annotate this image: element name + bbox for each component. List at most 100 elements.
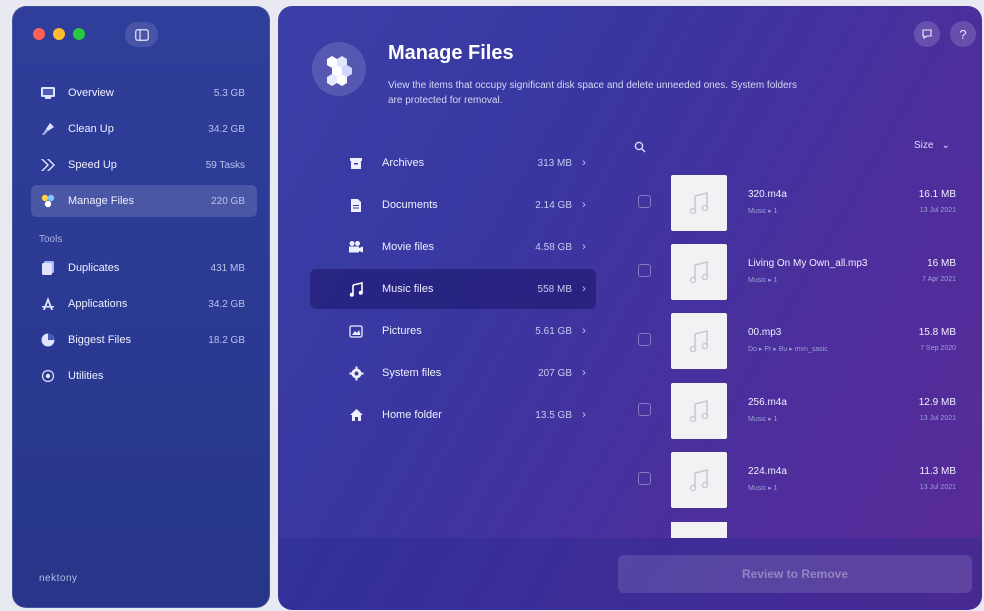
- file-date: 13 Jul 2021: [919, 484, 956, 491]
- category-label: Documents: [382, 199, 438, 211]
- file-checkbox[interactable]: [638, 403, 651, 416]
- partial-file-thumbnail: [671, 522, 727, 538]
- music-icon: [346, 281, 366, 297]
- search-button[interactable]: [634, 140, 646, 158]
- file-date: 7 Apr 2021: [922, 276, 956, 283]
- brand-logo: nektony: [39, 573, 78, 584]
- file-name: 00.mp3: [748, 327, 782, 338]
- chevron-right-icon: ›: [582, 241, 586, 253]
- sidebar-item-speed-up[interactable]: Speed Up 59 Tasks: [31, 149, 257, 181]
- file-name: 256.m4a: [748, 397, 787, 408]
- file-path: Music ▸ 1: [748, 416, 778, 423]
- sidebar-item-value: 34.2 GB: [208, 123, 245, 135]
- sidebar-item-applications[interactable]: Applications 34.2 GB: [31, 288, 257, 320]
- file-size: 16.1 MB: [918, 189, 956, 200]
- category-system-files[interactable]: System files 207 GB ›: [310, 353, 596, 393]
- category-size: 313 MB: [537, 157, 572, 169]
- file-size: 12.9 MB: [918, 397, 956, 408]
- category-music-files[interactable]: Music files 558 MB ›: [310, 269, 596, 309]
- file-checkbox[interactable]: [638, 333, 651, 346]
- search-icon: [634, 141, 646, 153]
- main-panel: ? Manage Files View the items that occup…: [278, 6, 982, 610]
- music-file-thumbnail: [671, 175, 727, 231]
- category-archives[interactable]: Archives 313 MB ›: [310, 143, 596, 183]
- review-to-remove-button[interactable]: Review to Remove: [618, 555, 972, 593]
- file-name: 320.m4a: [748, 189, 787, 200]
- category-pictures[interactable]: Pictures 5.61 GB ›: [310, 311, 596, 351]
- music-file-thumbnail: [671, 313, 727, 369]
- file-checkbox[interactable]: [638, 195, 651, 208]
- category-movie-files[interactable]: Movie files 4.58 GB ›: [310, 227, 596, 267]
- category-label: Archives: [382, 157, 425, 169]
- overview-icon: [39, 84, 57, 102]
- sidebar-item-manage-files[interactable]: Manage Files 220 GB: [31, 185, 257, 217]
- home-icon: [346, 408, 366, 422]
- music-note-icon: [689, 330, 709, 352]
- applications-icon: [39, 295, 57, 313]
- chevron-right-icon: ›: [582, 409, 586, 421]
- sidebar-item-clean-up[interactable]: Clean Up 34.2 GB: [31, 113, 257, 145]
- close-window-button[interactable]: [33, 28, 45, 40]
- chevron-right-icon: ›: [582, 283, 586, 295]
- duplicates-icon: [39, 259, 57, 277]
- broom-icon: [39, 120, 57, 138]
- tools-section-label: Tools: [39, 234, 63, 245]
- sidebar-item-value: 220 GB: [211, 195, 245, 207]
- category-size: 13.5 GB: [535, 409, 572, 421]
- music-note-icon: [689, 469, 709, 491]
- music-note-icon: [689, 261, 709, 283]
- feedback-button[interactable]: [914, 21, 940, 47]
- zoom-window-button[interactable]: [73, 28, 85, 40]
- file-checkbox[interactable]: [638, 472, 651, 485]
- sidebar-item-value: 34.2 GB: [208, 298, 245, 310]
- chevron-right-icon: ›: [582, 325, 586, 337]
- file-date: 13 Jul 2021: [919, 207, 956, 214]
- file-size: 16 MB: [927, 258, 956, 269]
- file-checkbox[interactable]: [638, 264, 651, 277]
- app-window: Overview 5.3 GB Clean Up 34.2 GB Speed U…: [12, 6, 982, 610]
- category-home-folder[interactable]: Home folder 13.5 GB ›: [310, 395, 596, 435]
- sidebar-item-value: 18.2 GB: [208, 334, 245, 346]
- sidebar-item-label: Clean Up: [68, 123, 114, 135]
- file-date: 13 Jul 2021: [919, 415, 956, 422]
- sidebar-item-biggest-files[interactable]: Biggest Files 18.2 GB: [31, 324, 257, 356]
- chevron-down-icon: ⌄: [941, 140, 950, 151]
- sidebar-icon: [134, 28, 149, 41]
- manage-files-hero-icon: [312, 42, 366, 96]
- sidebar-item-label: Overview: [68, 87, 114, 99]
- file-name: Living On My Own_all.mp3: [748, 258, 868, 269]
- window-controls: [33, 28, 85, 40]
- sort-dropdown[interactable]: Size ⌄: [914, 140, 950, 151]
- page-description: View the items that occupy significant d…: [388, 80, 797, 106]
- manage-files-icon: [39, 192, 57, 210]
- sidebar-item-label: Manage Files: [68, 195, 135, 207]
- file-row[interactable]: 00.mp3 Do ▸ Pr ▸ Bu ▸ mvn_sasic 15.8 MB …: [634, 313, 970, 369]
- category-label: Music files: [382, 283, 434, 295]
- help-button[interactable]: ?: [950, 21, 976, 47]
- file-row[interactable]: 224.m4a Music ▸ 1 11.3 MB 13 Jul 2021: [634, 452, 970, 508]
- file-row[interactable]: 256.m4a Music ▸ 1 12.9 MB 13 Jul 2021: [634, 383, 970, 439]
- picture-icon: [346, 324, 366, 338]
- sidebar-item-label: Applications: [68, 298, 128, 310]
- file-path: Music ▸ 1: [748, 485, 778, 492]
- file-row[interactable]: Living On My Own_all.mp3 Music ▸ 1 16 MB…: [634, 244, 970, 300]
- category-size: 5.61 GB: [535, 325, 572, 337]
- category-label: Home folder: [382, 409, 442, 421]
- minimize-window-button[interactable]: [53, 28, 65, 40]
- category-label: Pictures: [382, 325, 422, 337]
- music-file-thumbnail: [671, 244, 727, 300]
- category-documents[interactable]: Documents 2.14 GB ›: [310, 185, 596, 225]
- category-size: 2.14 GB: [535, 199, 572, 211]
- sidebar-item-duplicates[interactable]: Duplicates 431 MB: [31, 252, 257, 284]
- music-note-icon: [689, 400, 709, 422]
- chevron-right-icon: ›: [582, 199, 586, 211]
- movie-icon: [346, 240, 366, 254]
- category-size: 207 GB: [538, 367, 572, 379]
- sidebar-item-overview[interactable]: Overview 5.3 GB: [31, 77, 257, 109]
- sidebar-item-utilities[interactable]: Utilities: [31, 360, 257, 392]
- sidebar-item-label: Speed Up: [68, 159, 117, 171]
- chevron-right-icon: ›: [582, 157, 586, 169]
- file-row[interactable]: 320.m4a Music ▸ 1 16.1 MB 13 Jul 2021: [634, 175, 970, 231]
- document-icon: [346, 198, 366, 213]
- sidebar-toggle-button[interactable]: [125, 22, 158, 47]
